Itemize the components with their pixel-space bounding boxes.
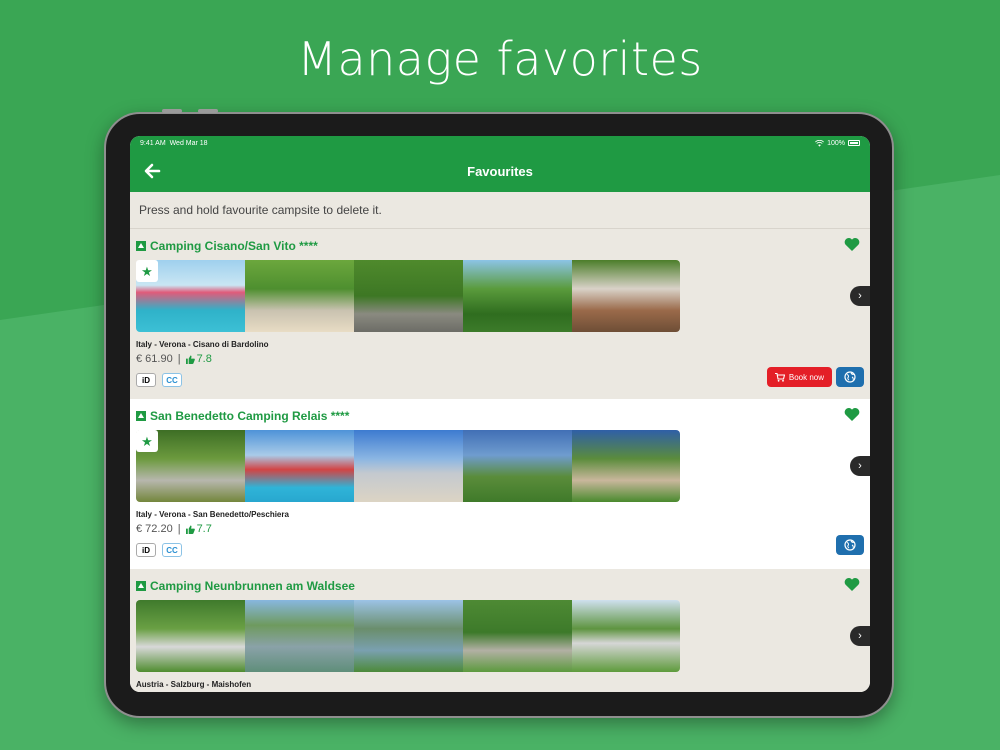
campsite-name: San Benedetto Camping Relais **** — [150, 409, 350, 423]
globe-icon — [844, 539, 856, 551]
globe-icon — [844, 371, 856, 383]
delete-hint: Press and hold favourite campsite to del… — [130, 192, 870, 229]
campsite-photo — [463, 260, 572, 332]
status-bar: 9:41 AM Wed Mar 18 100% — [130, 136, 870, 150]
price-rating-row: € 72.20 | 7.7 — [136, 523, 212, 535]
campsite-location: Italy - Verona - Cisano di Bardolino — [136, 340, 269, 349]
campsite-card[interactable]: San Benedetto Camping Relais **** ★ › It… — [130, 399, 870, 569]
battery-percent: 100% — [827, 139, 845, 147]
tent-icon — [136, 411, 146, 421]
tablet-volume-button — [162, 109, 182, 113]
separator: | — [177, 353, 181, 365]
campsite-title[interactable]: San Benedetto Camping Relais **** — [136, 409, 349, 423]
campsite-photo — [572, 430, 680, 502]
wifi-icon — [815, 139, 825, 147]
book-now-button[interactable]: Book now — [766, 367, 832, 387]
status-date: Wed Mar 18 — [169, 139, 208, 147]
campsite-location: Austria - Salzburg - Maishofen — [136, 680, 252, 689]
rating-value: 7.8 — [196, 353, 212, 365]
photo-strip[interactable] — [136, 260, 680, 332]
campsite-photo — [136, 600, 245, 672]
campsite-photo — [572, 600, 680, 672]
campsite-price: € 72.20 — [136, 523, 173, 535]
website-globe-button[interactable] — [836, 535, 864, 555]
thumbs-up-icon — [185, 524, 195, 534]
battery-icon — [848, 140, 860, 146]
book-now-label: Book now — [788, 372, 824, 382]
nav-bar: Favourites — [130, 150, 870, 192]
photo-strip[interactable] — [136, 430, 680, 502]
id-badge: iD — [136, 373, 156, 387]
separator: | — [177, 523, 181, 535]
nav-title: Favourites — [467, 163, 533, 179]
campsite-photo — [245, 600, 354, 672]
thumbs-up-icon — [185, 354, 195, 364]
photo-strip[interactable] — [136, 600, 680, 672]
back-arrow-icon[interactable] — [142, 160, 164, 182]
favorite-heart-icon[interactable] — [844, 237, 860, 252]
campsite-photo — [245, 260, 354, 332]
campsite-photo — [354, 260, 463, 332]
campsite-photo — [354, 430, 463, 502]
tent-icon — [136, 581, 146, 591]
campsite-photo — [354, 600, 463, 672]
campsite-photo — [463, 600, 572, 672]
favorite-heart-icon[interactable] — [844, 577, 860, 592]
badge-row: iD CC — [136, 543, 182, 557]
favorite-heart-icon[interactable] — [844, 407, 860, 422]
campsite-title[interactable]: Camping Cisano/San Vito **** — [136, 239, 318, 253]
campsite-name: Camping Cisano/San Vito **** — [150, 239, 318, 253]
id-badge: iD — [136, 543, 156, 557]
campsite-location: Italy - Verona - San Benedetto/Peschiera — [136, 510, 289, 519]
campsite-photo — [572, 260, 680, 332]
next-photo-chevron-icon[interactable]: › — [850, 456, 870, 476]
campsite-name: Camping Neunbrunnen am Waldsee — [150, 579, 355, 593]
next-photo-chevron-icon[interactable]: › — [850, 286, 870, 306]
tablet-power-button — [198, 109, 218, 113]
next-photo-chevron-icon[interactable]: › — [850, 626, 870, 646]
star-icon: ★ — [136, 430, 158, 452]
campsite-price: € 61.90 — [136, 353, 173, 365]
campsite-card[interactable]: Camping Cisano/San Vito **** ★ › Italy -… — [130, 229, 870, 399]
cc-badge: CC — [162, 543, 182, 557]
campsite-photo — [463, 430, 572, 502]
rating: 7.7 — [185, 523, 212, 535]
page-headline: Manage favorites — [297, 32, 703, 86]
rating-value: 7.7 — [196, 523, 212, 535]
cc-badge: CC — [162, 373, 182, 387]
website-globe-button[interactable] — [836, 367, 864, 387]
campsite-title[interactable]: Camping Neunbrunnen am Waldsee — [136, 579, 355, 593]
rating: 7.8 — [185, 353, 212, 365]
status-time: 9:41 AM — [140, 139, 166, 147]
tent-icon — [136, 241, 146, 251]
campsite-card[interactable]: Camping Neunbrunnen am Waldsee › Austria… — [130, 569, 870, 692]
star-icon: ★ — [136, 260, 158, 282]
campsite-photo — [245, 430, 354, 502]
badge-row: iD CC — [136, 373, 182, 387]
app-screen: 9:41 AM Wed Mar 18 100% Favourites Press… — [130, 136, 870, 692]
price-rating-row: € 61.90 | 7.8 — [136, 353, 212, 365]
shopping-cart-icon — [774, 372, 785, 382]
